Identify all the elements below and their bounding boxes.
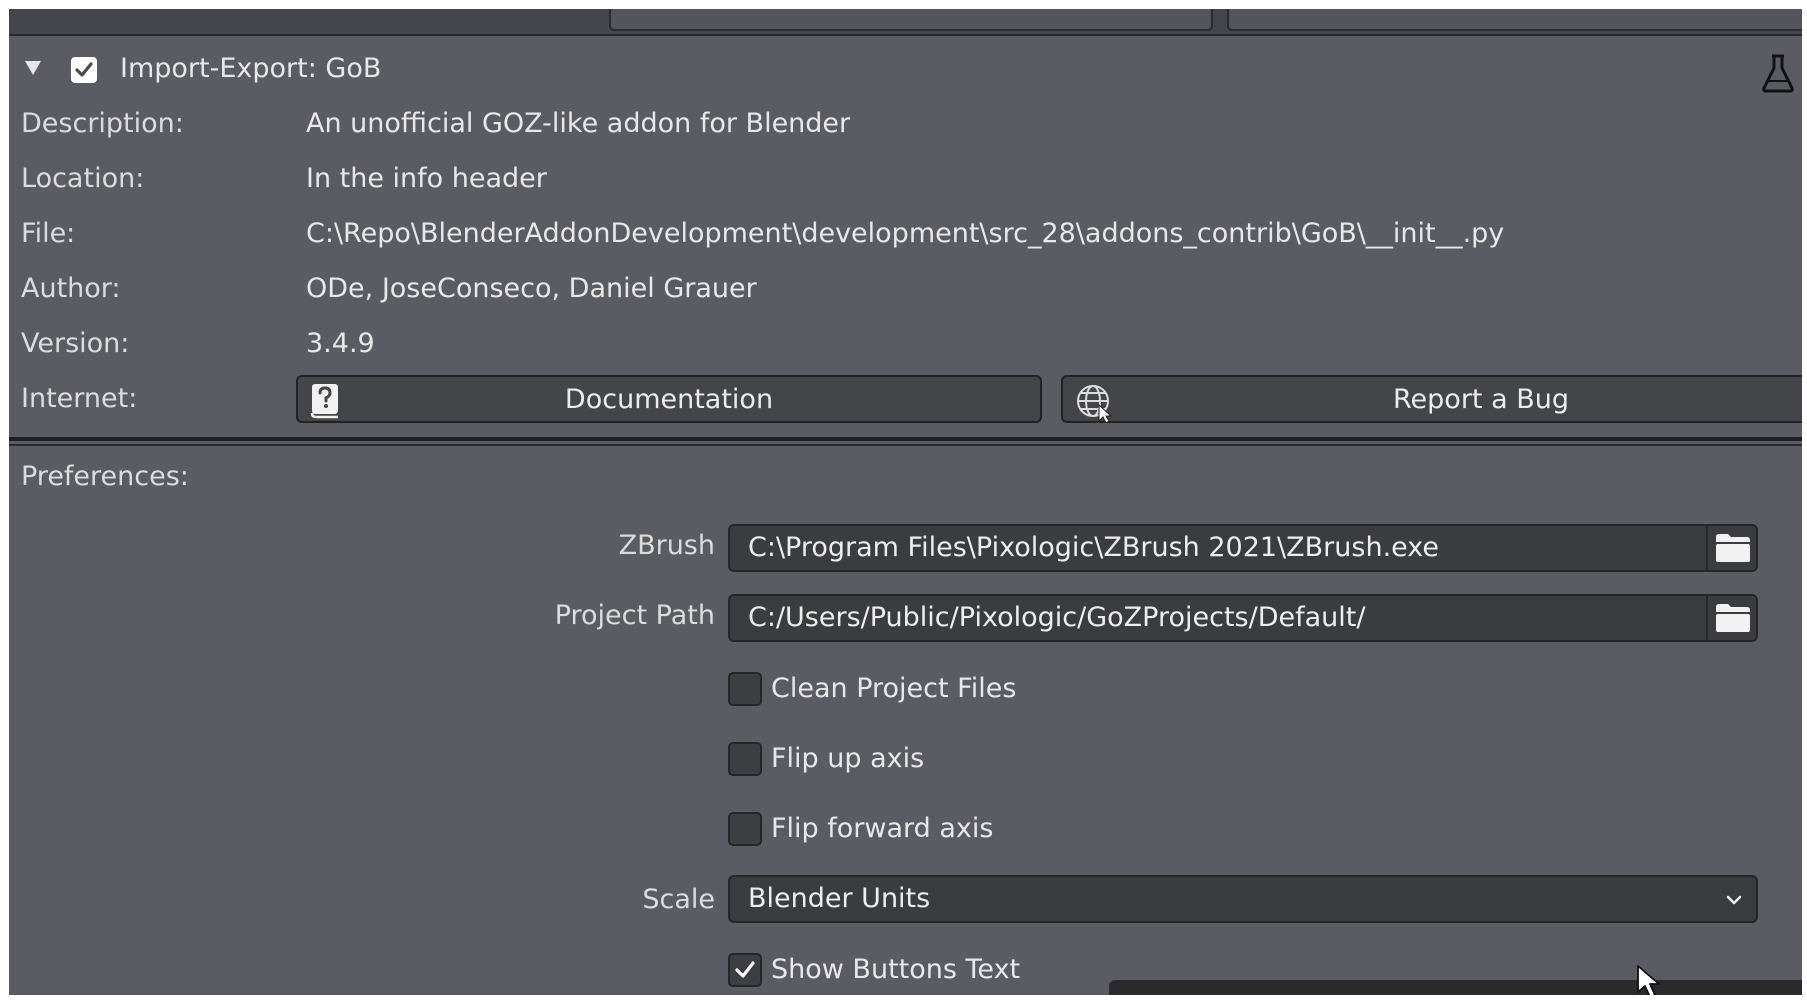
top-field-partial[interactable]: [609, 9, 1213, 31]
version-label: Version:: [21, 328, 130, 359]
section-divider-line: [9, 444, 1802, 446]
project-path-value: C:/Users/Public/Pixologic/GoZProjects/De…: [748, 602, 1366, 633]
zbrush-label: ZBrush: [618, 530, 715, 561]
project-path-browse-button[interactable]: [1706, 596, 1756, 640]
folder-icon: [1716, 534, 1750, 562]
triangle-down-icon[interactable]: [25, 61, 41, 75]
author-value: ODe, JoseConseco, Daniel Grauer: [306, 273, 757, 304]
scale-label: Scale: [642, 884, 715, 915]
checkmark-icon: [735, 961, 755, 978]
project-path-field[interactable]: C:/Users/Public/Pixologic/GoZProjects/De…: [728, 594, 1758, 642]
project-path-label: Project Path: [554, 600, 715, 631]
top-field-partial-right[interactable]: [1227, 9, 1802, 31]
scale-dropdown-value: Blender Units: [748, 883, 931, 914]
documentation-button[interactable]: Documentation: [296, 375, 1042, 423]
version-value: 3.4.9: [306, 328, 375, 359]
documentation-button-label: Documentation: [564, 383, 774, 415]
description-label: Description:: [21, 108, 184, 139]
author-label: Author:: [21, 273, 121, 304]
clean-project-files-checkbox[interactable]: [728, 672, 762, 706]
flip-forward-axis-checkbox[interactable]: [728, 812, 762, 846]
section-divider: [9, 437, 1802, 441]
preferences-header: Preferences:: [21, 461, 189, 492]
zbrush-browse-button[interactable]: [1706, 526, 1756, 570]
show-buttons-text-label[interactable]: Show Buttons Text: [771, 953, 1020, 987]
top-toolbar-strip: [9, 9, 1802, 36]
globe-cursor-icon: [1075, 383, 1115, 430]
chevron-down-icon: [1726, 895, 1742, 905]
scale-dropdown[interactable]: Blender Units: [728, 875, 1758, 923]
flip-forward-axis-label[interactable]: Flip forward axis: [771, 812, 993, 846]
help-book-icon: [310, 383, 342, 426]
location-value: In the info header: [306, 163, 547, 194]
zbrush-path-value: C:\Program Files\Pixologic\ZBrush 2021\Z…: [748, 532, 1440, 563]
addon-preferences-panel: Import-Export: GoB Description: An unoff…: [9, 9, 1802, 995]
internet-label: Internet:: [21, 383, 138, 414]
file-value: C:\Repo\BlenderAddonDevelopment\developm…: [306, 218, 1505, 249]
show-buttons-text-checkbox[interactable]: [728, 953, 762, 987]
folder-icon: [1716, 604, 1750, 632]
flip-up-axis-label[interactable]: Flip up axis: [771, 742, 924, 776]
mouse-cursor-icon: [1637, 965, 1660, 995]
flip-up-axis-checkbox[interactable]: [728, 742, 762, 776]
addon-enable-checkbox[interactable]: [71, 57, 97, 83]
flask-icon: [1760, 53, 1796, 97]
location-label: Location:: [21, 163, 145, 194]
checkbox-checked-icon: [75, 62, 93, 77]
report-bug-button[interactable]: Report a Bug: [1061, 375, 1802, 424]
description-value: An unofficial GOZ-like addon for Blender: [306, 108, 851, 139]
addon-title: Import-Export: GoB: [120, 53, 382, 84]
bottom-bar-partial: [1109, 980, 1802, 995]
file-label: File:: [21, 218, 76, 249]
clean-project-files-label[interactable]: Clean Project Files: [771, 672, 1016, 706]
zbrush-path-field[interactable]: C:\Program Files\Pixologic\ZBrush 2021\Z…: [728, 524, 1758, 572]
report-bug-button-label: Report a Bug: [1393, 383, 1569, 415]
